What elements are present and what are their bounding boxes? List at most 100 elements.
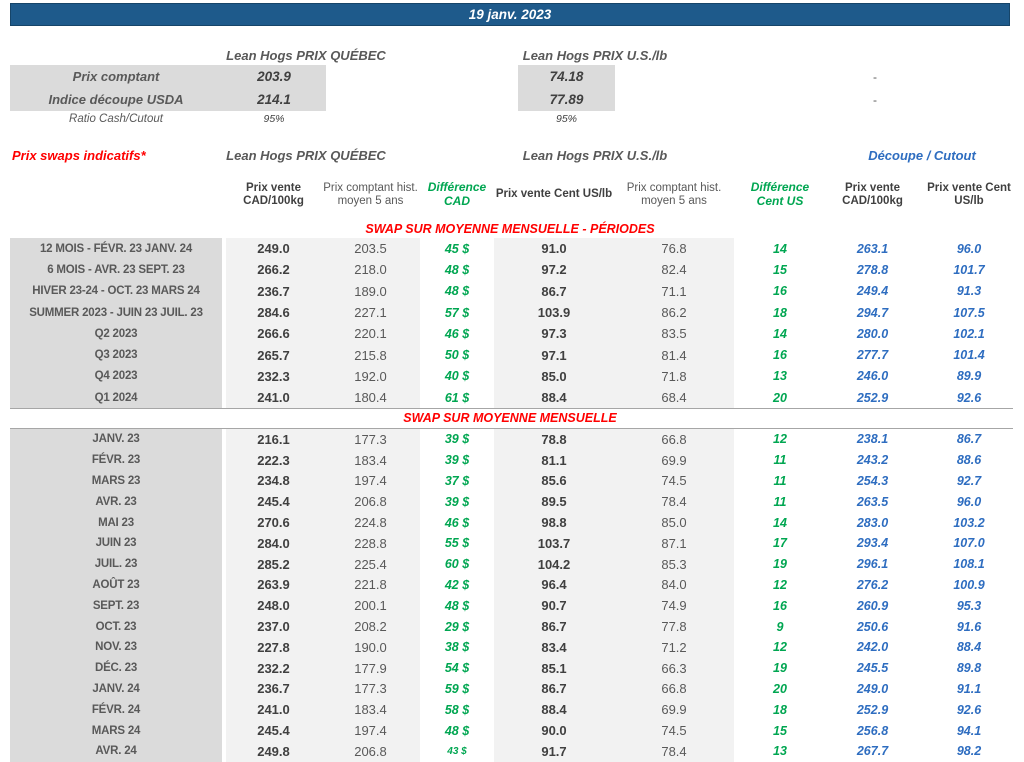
hist-cad-cell[interactable]: 227.1	[321, 302, 420, 323]
prix-vente-cad-cell[interactable]: 245.4	[226, 491, 321, 512]
difference-cad-cell[interactable]: 42 $	[424, 575, 490, 596]
prix-vente-us-cell[interactable]: 85.1	[494, 658, 614, 679]
hist-us-cell[interactable]: 78.4	[614, 491, 734, 512]
cutout-us-cell[interactable]: 95.3	[925, 595, 1013, 616]
prix-vente-us-cell[interactable]: 97.2	[494, 259, 614, 280]
prix-vente-cad-cell[interactable]: 284.6	[226, 302, 321, 323]
hist-cad-cell[interactable]: 206.8	[321, 491, 420, 512]
prix-vente-cad-cell[interactable]: 266.6	[226, 323, 321, 344]
cutout-cad-cell[interactable]: 249.4	[820, 281, 925, 302]
difference-cad-cell[interactable]: 39 $	[424, 450, 490, 471]
hist-us-cell[interactable]: 78.4	[614, 741, 734, 762]
hist-cad-cell[interactable]: 192.0	[321, 366, 420, 387]
prix-vente-us-cell[interactable]: 103.7	[494, 533, 614, 554]
cutout-cad-cell[interactable]: 267.7	[820, 741, 925, 762]
prix-vente-cad-cell[interactable]: 236.7	[226, 281, 321, 302]
difference-us-cell[interactable]: 12	[740, 637, 820, 658]
difference-cad-cell[interactable]: 48 $	[424, 720, 490, 741]
hist-cad-cell[interactable]: 200.1	[321, 595, 420, 616]
difference-cad-cell[interactable]: 29 $	[424, 616, 490, 637]
spot-cash-us-value[interactable]: 74.18	[518, 69, 615, 84]
prix-vente-us-cell[interactable]: 91.7	[494, 741, 614, 762]
difference-cad-cell[interactable]: 48 $	[424, 259, 490, 280]
hist-cad-cell[interactable]: 220.1	[321, 323, 420, 344]
hist-us-cell[interactable]: 68.4	[614, 387, 734, 408]
difference-cad-cell[interactable]: 46 $	[424, 323, 490, 344]
difference-cad-cell[interactable]: 38 $	[424, 637, 490, 658]
difference-us-cell[interactable]: 14	[740, 512, 820, 533]
hist-cad-cell[interactable]: 177.3	[321, 679, 420, 700]
hist-cad-cell[interactable]: 215.8	[321, 344, 420, 365]
difference-us-cell[interactable]: 18	[740, 699, 820, 720]
hist-us-cell[interactable]: 82.4	[614, 259, 734, 280]
cutout-cad-cell[interactable]: 245.5	[820, 658, 925, 679]
difference-cad-cell[interactable]: 54 $	[424, 658, 490, 679]
difference-cad-cell[interactable]: 39 $	[424, 491, 490, 512]
cutout-us-cell[interactable]: 91.3	[925, 281, 1013, 302]
difference-us-cell[interactable]: 18	[740, 302, 820, 323]
prix-vente-us-cell[interactable]: 104.2	[494, 554, 614, 575]
difference-cad-cell[interactable]: 60 $	[424, 554, 490, 575]
hist-us-cell[interactable]: 71.2	[614, 637, 734, 658]
hist-cad-cell[interactable]: 183.4	[321, 450, 420, 471]
hist-us-cell[interactable]: 74.5	[614, 720, 734, 741]
difference-cad-cell[interactable]: 57 $	[424, 302, 490, 323]
difference-cad-cell[interactable]: 43 $	[424, 741, 490, 762]
cutout-cad-cell[interactable]: 260.9	[820, 595, 925, 616]
hist-cad-cell[interactable]: 189.0	[321, 281, 420, 302]
difference-us-cell[interactable]: 12	[740, 429, 820, 450]
hist-us-cell[interactable]: 71.1	[614, 281, 734, 302]
difference-us-cell[interactable]: 16	[740, 281, 820, 302]
cutout-cad-cell[interactable]: 254.3	[820, 471, 925, 492]
cutout-us-cell[interactable]: 86.7	[925, 429, 1013, 450]
prix-vente-us-cell[interactable]: 86.7	[494, 281, 614, 302]
cutout-cad-cell[interactable]: 277.7	[820, 344, 925, 365]
hist-us-cell[interactable]: 84.0	[614, 575, 734, 596]
difference-us-cell[interactable]: 13	[740, 366, 820, 387]
prix-vente-us-cell[interactable]: 96.4	[494, 575, 614, 596]
spot-index-quebec-value[interactable]: 214.1	[222, 92, 326, 107]
difference-cad-cell[interactable]: 50 $	[424, 344, 490, 365]
prix-vente-us-cell[interactable]: 78.8	[494, 429, 614, 450]
hist-us-cell[interactable]: 83.5	[614, 323, 734, 344]
difference-cad-cell[interactable]: 59 $	[424, 679, 490, 700]
difference-us-cell[interactable]: 12	[740, 575, 820, 596]
cutout-cad-cell[interactable]: 280.0	[820, 323, 925, 344]
spot-ratio-us-value[interactable]: 95%	[518, 113, 615, 125]
prix-vente-cad-cell[interactable]: 227.8	[226, 637, 321, 658]
cutout-us-cell[interactable]: 108.1	[925, 554, 1013, 575]
cutout-cad-cell[interactable]: 294.7	[820, 302, 925, 323]
prix-vente-cad-cell[interactable]: 266.2	[226, 259, 321, 280]
prix-vente-us-cell[interactable]: 90.7	[494, 595, 614, 616]
cutout-us-cell[interactable]: 89.9	[925, 366, 1013, 387]
cutout-us-cell[interactable]: 94.1	[925, 720, 1013, 741]
difference-cad-cell[interactable]: 40 $	[424, 366, 490, 387]
cutout-us-cell[interactable]: 101.4	[925, 344, 1013, 365]
cutout-cad-cell[interactable]: 263.5	[820, 491, 925, 512]
hist-us-cell[interactable]: 77.8	[614, 616, 734, 637]
prix-vente-us-cell[interactable]: 81.1	[494, 450, 614, 471]
cutout-us-cell[interactable]: 102.1	[925, 323, 1013, 344]
difference-us-cell[interactable]: 19	[740, 658, 820, 679]
prix-vente-cad-cell[interactable]: 270.6	[226, 512, 321, 533]
cutout-us-cell[interactable]: 88.4	[925, 637, 1013, 658]
cutout-cad-cell[interactable]: 278.8	[820, 259, 925, 280]
hist-cad-cell[interactable]: 180.4	[321, 387, 420, 408]
prix-vente-cad-cell[interactable]: 234.8	[226, 471, 321, 492]
hist-cad-cell[interactable]: 197.4	[321, 471, 420, 492]
hist-cad-cell[interactable]: 218.0	[321, 259, 420, 280]
prix-vente-us-cell[interactable]: 88.4	[494, 699, 614, 720]
cutout-cad-cell[interactable]: 252.9	[820, 699, 925, 720]
difference-cad-cell[interactable]: 48 $	[424, 595, 490, 616]
cutout-cad-cell[interactable]: 293.4	[820, 533, 925, 554]
prix-vente-us-cell[interactable]: 98.8	[494, 512, 614, 533]
prix-vente-cad-cell[interactable]: 249.8	[226, 741, 321, 762]
cutout-us-cell[interactable]: 98.2	[925, 741, 1013, 762]
difference-us-cell[interactable]: 20	[740, 387, 820, 408]
cutout-us-cell[interactable]: 107.0	[925, 533, 1013, 554]
prix-vente-cad-cell[interactable]: 216.1	[226, 429, 321, 450]
prix-vente-us-cell[interactable]: 90.0	[494, 720, 614, 741]
prix-vente-us-cell[interactable]: 91.0	[494, 238, 614, 259]
prix-vente-cad-cell[interactable]: 285.2	[226, 554, 321, 575]
hist-us-cell[interactable]: 81.4	[614, 344, 734, 365]
